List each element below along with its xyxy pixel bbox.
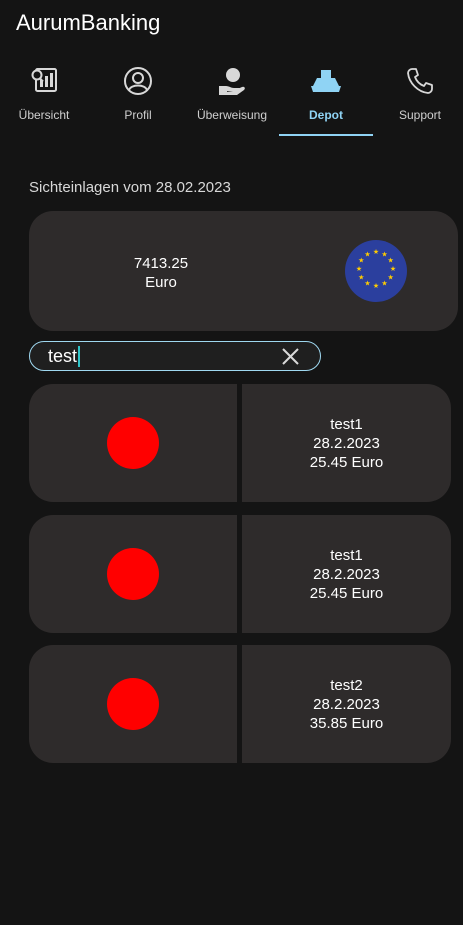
transaction-row[interactable]: test2 28.2.2023 35.85 Euro — [29, 645, 451, 763]
transaction-amount: 35.85 Euro — [309, 715, 384, 732]
app-title: AurumBanking — [16, 10, 161, 35]
status-dot-icon — [107, 548, 159, 600]
transaction-row[interactable]: test1 28.2.2023 25.45 Euro — [29, 384, 451, 502]
tab-uebersicht[interactable]: Übersicht — [0, 64, 91, 136]
svg-text:★: ★ — [364, 250, 370, 258]
search-input[interactable]: test — [29, 341, 321, 371]
transaction-date: 28.2.2023 — [313, 696, 380, 713]
transaction-row[interactable]: test1 28.2.2023 25.45 Euro — [29, 515, 451, 633]
tab-support[interactable]: Support — [373, 64, 463, 136]
transaction-status-cell — [29, 515, 237, 633]
active-tab-indicator — [279, 134, 373, 136]
transaction-name: test1 — [330, 416, 363, 433]
svg-text:★: ★ — [364, 280, 370, 288]
balance-card: 7413.25 Euro ★ ★ ★ ★ ★ ★ ★ ★ ★ ★ ★ ★ — [29, 211, 458, 331]
close-icon[interactable] — [282, 348, 299, 365]
transaction-date: 28.2.2023 — [313, 435, 380, 452]
transaction-status-cell — [29, 384, 237, 502]
status-dot-icon — [107, 417, 159, 469]
svg-text:★: ★ — [388, 257, 394, 265]
transaction-name: test2 — [330, 677, 363, 694]
tab-depot[interactable]: Depot — [279, 64, 373, 136]
transaction-details-cell: test1 28.2.2023 25.45 Euro — [242, 384, 451, 502]
status-dot-icon — [107, 678, 159, 730]
overview-chart-icon — [27, 64, 61, 98]
svg-text:★: ★ — [356, 265, 362, 273]
balance-text: 7413.25 Euro — [91, 254, 231, 292]
search-value: test — [48, 346, 81, 367]
transaction-details-cell: test2 28.2.2023 35.85 Euro — [242, 645, 451, 763]
phone-icon — [403, 64, 437, 98]
tab-bar: Übersicht Profil Überweisung Depot Suppo… — [0, 64, 463, 138]
transaction-details-cell: test1 28.2.2023 25.45 Euro — [242, 515, 451, 633]
svg-text:★: ★ — [381, 280, 387, 288]
profile-icon — [121, 64, 155, 98]
svg-text:★: ★ — [373, 282, 379, 290]
tab-label: Profil — [124, 108, 152, 122]
svg-text:★: ★ — [373, 248, 379, 256]
tab-label: Support — [398, 108, 442, 122]
transaction-details: test2 28.2.2023 35.85 Euro — [242, 676, 451, 733]
svg-text:★: ★ — [390, 265, 396, 273]
tab-label: Depot — [309, 108, 343, 122]
transaction-status-cell — [29, 645, 237, 763]
balance-currency: Euro — [145, 274, 177, 291]
tab-label: Übersicht — [18, 108, 70, 122]
tab-label: Überweisung — [196, 108, 268, 122]
transaction-amount: 25.45 Euro — [309, 454, 384, 471]
transaction-name: test1 — [330, 547, 363, 564]
svg-text:★: ★ — [358, 274, 364, 282]
transaction-details: test1 28.2.2023 25.45 Euro — [242, 415, 451, 472]
depot-icon — [309, 64, 343, 98]
deposits-heading: Sichteinlagen vom 28.02.2023 — [29, 179, 231, 196]
transaction-details: test1 28.2.2023 25.45 Euro — [242, 546, 451, 603]
transaction-date: 28.2.2023 — [313, 566, 380, 583]
balance-amount: 7413.25 — [133, 255, 189, 272]
transfer-hand-icon — [215, 64, 249, 98]
eu-flag-icon: ★ ★ ★ ★ ★ ★ ★ ★ ★ ★ ★ ★ — [345, 240, 407, 302]
tab-ueberweisung[interactable]: Überweisung — [185, 64, 279, 136]
transaction-amount: 25.45 Euro — [309, 585, 384, 602]
tab-profil[interactable]: Profil — [91, 64, 185, 136]
svg-text:★: ★ — [388, 274, 394, 282]
